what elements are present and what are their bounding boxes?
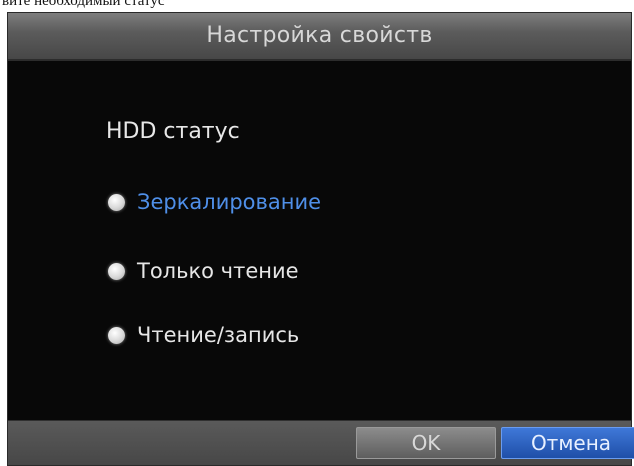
page-caption: вите необходимый статус bbox=[2, 0, 165, 9]
option-read-write[interactable]: Чтение/запись bbox=[108, 320, 299, 350]
ok-button[interactable]: OK bbox=[356, 427, 496, 459]
option-read-only[interactable]: Только чтение bbox=[108, 256, 299, 286]
option-mirroring[interactable]: Зеркалирование bbox=[108, 187, 321, 217]
option-label: Зеркалирование bbox=[137, 190, 322, 214]
radio-icon[interactable] bbox=[108, 193, 125, 211]
cancel-button[interactable]: Отмена bbox=[501, 427, 634, 459]
dialog-titlebar: Настройка свойств bbox=[8, 13, 631, 61]
radio-icon[interactable] bbox=[108, 326, 125, 344]
properties-dialog: Настройка свойств HDD статус Зеркалирова… bbox=[7, 12, 634, 466]
dialog-button-bar: OK Отмена bbox=[8, 420, 634, 465]
dialog-title: Настройка свойств bbox=[206, 23, 433, 48]
option-label: Чтение/запись bbox=[137, 323, 300, 347]
option-label: Только чтение bbox=[137, 259, 299, 283]
radio-icon[interactable] bbox=[108, 262, 125, 280]
hdd-status-heading: HDD статус bbox=[106, 119, 240, 144]
